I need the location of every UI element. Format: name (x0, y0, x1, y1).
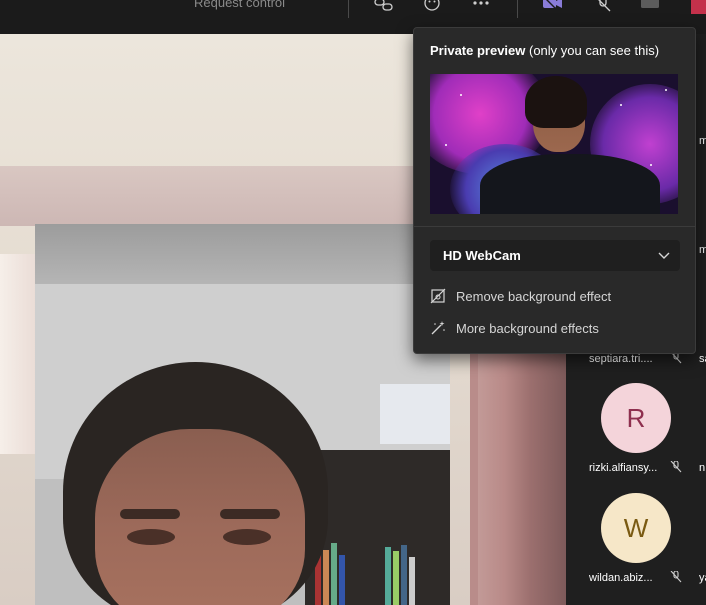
star (460, 94, 462, 96)
menu-item-label: Remove background effect (456, 288, 612, 304)
remove-background-effect-item[interactable]: Remove background effect (430, 285, 611, 307)
share-screen-icon[interactable] (639, 0, 661, 15)
book (401, 545, 407, 605)
participant-name-cut: m (699, 244, 706, 256)
self-preview-video (430, 74, 678, 214)
camera-preview-flyout: Private preview (only you can see this) … (413, 27, 696, 354)
person-eye (223, 529, 271, 545)
star (620, 104, 622, 106)
background-shelf (0, 166, 420, 226)
window-glare (0, 254, 36, 454)
book (323, 550, 329, 605)
book (339, 555, 345, 605)
preview-title-bold: Private preview (430, 43, 526, 58)
participant-name-cut: sa (699, 353, 706, 365)
request-control-button[interactable]: Request control (194, 0, 285, 10)
more-background-effects-item[interactable]: More background effects (430, 317, 599, 339)
toolbar-divider (348, 0, 349, 18)
self-hair (525, 76, 587, 128)
curtain (478, 314, 566, 605)
more-actions-icon[interactable] (470, 0, 492, 15)
participant-name: wildan.abiz... (589, 572, 653, 584)
participant-name: septiara.tri.... (589, 353, 653, 365)
book (409, 557, 415, 605)
star (650, 164, 652, 166)
book (393, 551, 399, 605)
person-eye (127, 529, 175, 545)
leave-button[interactable] (691, 0, 706, 14)
toolbar-divider (517, 0, 518, 18)
reactions-icon[interactable] (421, 0, 443, 15)
magic-wand-icon (431, 321, 445, 335)
flyout-divider (414, 226, 695, 227)
camera-device-label: HD WebCam (443, 248, 521, 263)
chevron-down-icon (658, 252, 670, 259)
book (385, 547, 391, 605)
self-body (480, 154, 660, 214)
participant-name: rizki.alfiansy... (589, 462, 658, 474)
star (665, 89, 667, 91)
avatar: W (601, 493, 671, 563)
participant-name-cut: m (699, 135, 706, 147)
remove-background-icon (430, 288, 446, 304)
participant-name-cut: ya (699, 572, 706, 584)
mic-muted-icon (670, 571, 682, 583)
person-brow (220, 509, 280, 519)
remote-participant-video (35, 224, 450, 605)
video-ceiling (35, 224, 450, 284)
camera-icon[interactable] (542, 0, 564, 15)
avatar: R (601, 383, 671, 453)
video-box (380, 384, 450, 444)
person-brow (120, 509, 180, 519)
book (331, 543, 337, 605)
menu-item-label: More background effects (456, 320, 599, 336)
mic-muted-icon (670, 461, 682, 473)
mic-muted-icon[interactable] (592, 0, 614, 15)
private-preview-title: Private preview (only you can see this) (430, 43, 659, 58)
star (445, 144, 447, 146)
share-tray-icon[interactable] (373, 0, 395, 15)
preview-title-note: (only you can see this) (525, 43, 660, 58)
participant-name-cut: n (699, 462, 706, 474)
camera-device-dropdown[interactable]: HD WebCam (430, 240, 680, 271)
